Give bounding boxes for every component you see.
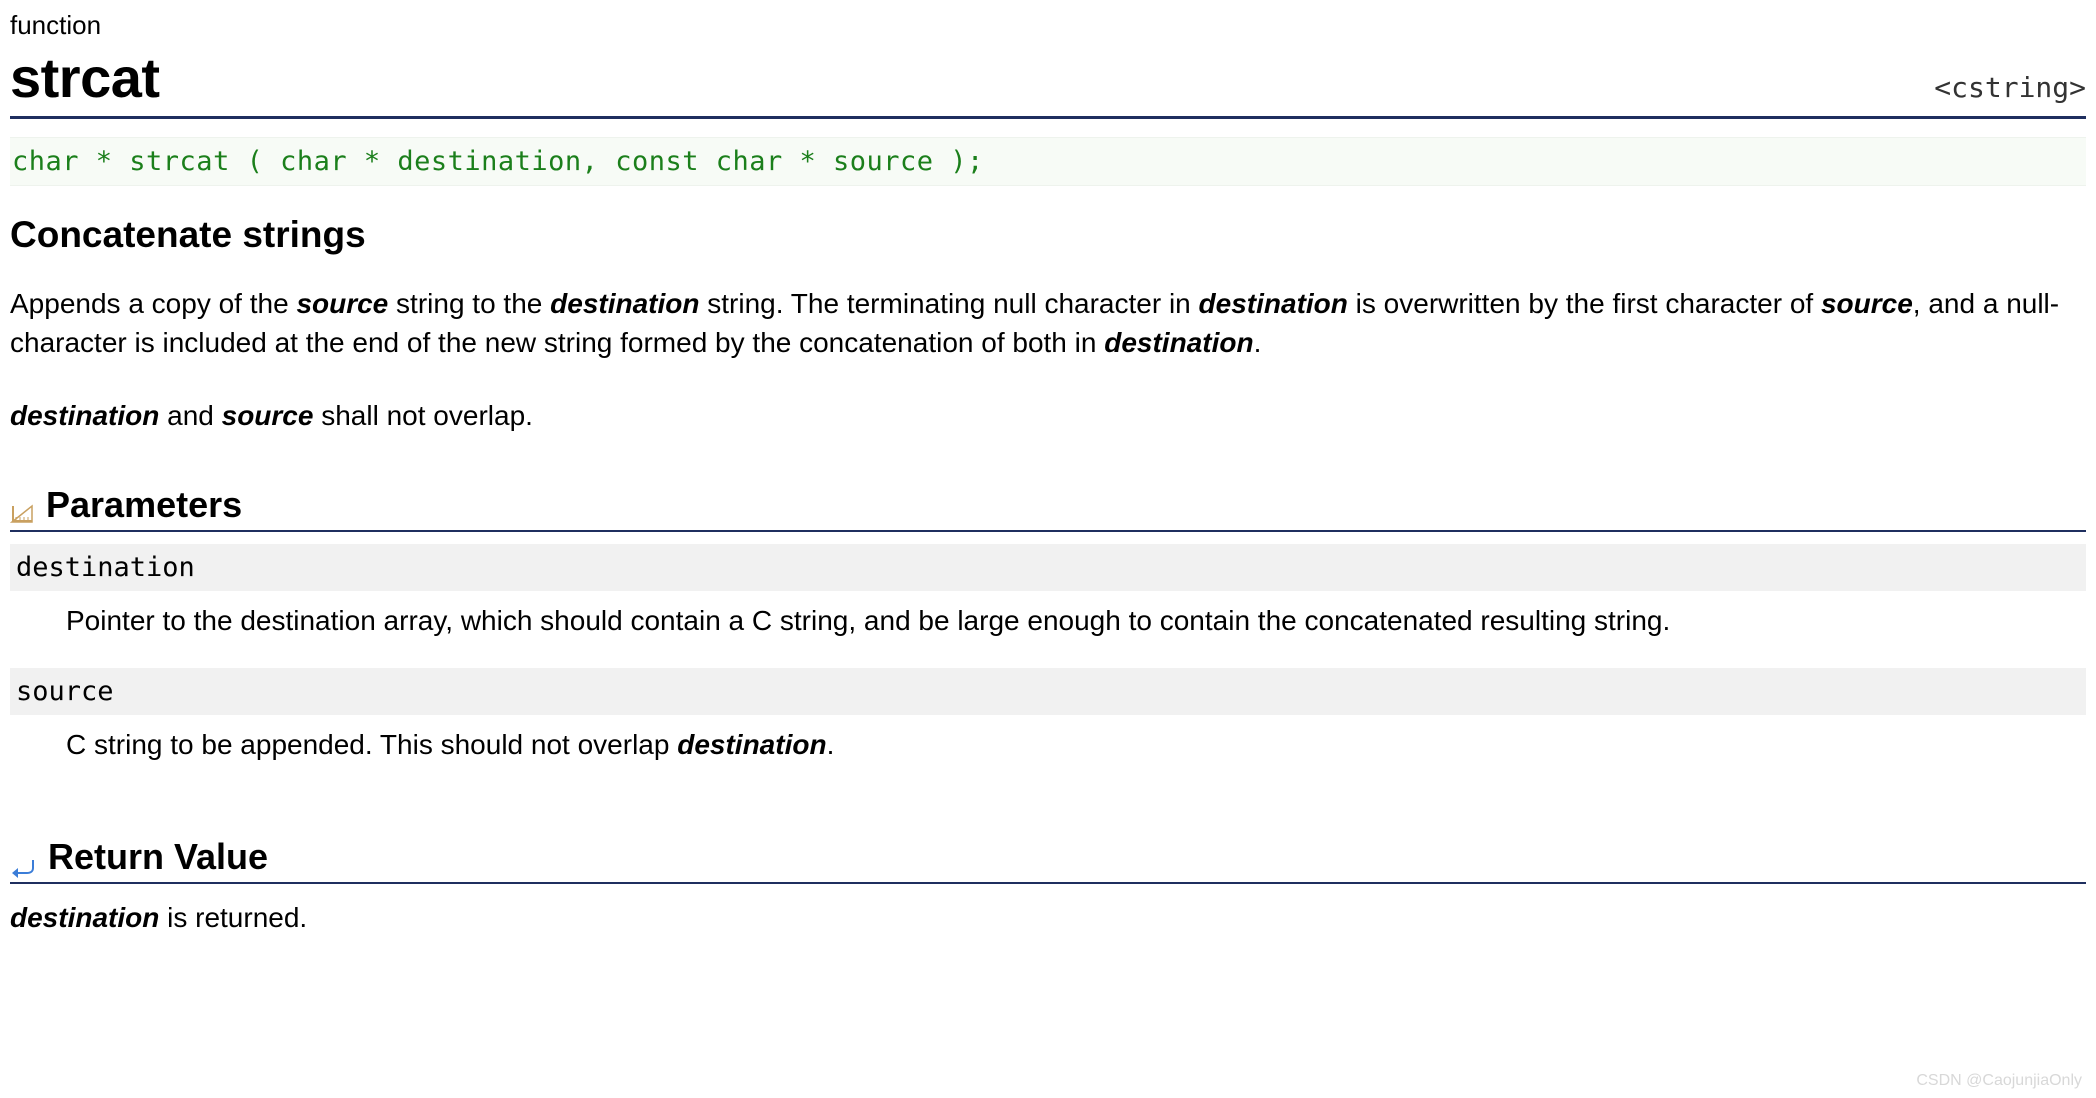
ruler-icon	[10, 493, 34, 517]
category-label: function	[10, 10, 2086, 41]
function-title: strcat	[10, 45, 160, 110]
signature-box: char * strcat ( char * destination, cons…	[10, 137, 2086, 186]
title-row: strcat <cstring>	[10, 45, 2086, 119]
return-value-description: destination is returned.	[10, 898, 2086, 937]
param-name: destination	[10, 544, 2086, 591]
signature-code: char * strcat ( char * destination, cons…	[12, 146, 984, 177]
param-description: C string to be appended. This should not…	[10, 715, 2086, 788]
watermark: CSDN @CaojunjiaOnly	[1916, 1072, 2082, 1090]
parameters-list: destinationPointer to the destination ar…	[10, 544, 2086, 788]
header-include: <cstring>	[1934, 71, 2086, 104]
param-name: source	[10, 668, 2086, 715]
parameters-heading: Parameters	[10, 484, 2086, 532]
description-paragraph-2: destination and source shall not overlap…	[10, 396, 2086, 435]
parameters-heading-text: Parameters	[46, 484, 242, 526]
summary-heading: Concatenate strings	[10, 214, 2086, 256]
description-paragraph-1: Appends a copy of the source string to t…	[10, 284, 2086, 362]
return-icon	[10, 846, 36, 868]
return-value-heading: Return Value	[10, 836, 2086, 884]
param-description: Pointer to the destination array, which …	[10, 591, 2086, 664]
return-value-heading-text: Return Value	[48, 836, 268, 878]
